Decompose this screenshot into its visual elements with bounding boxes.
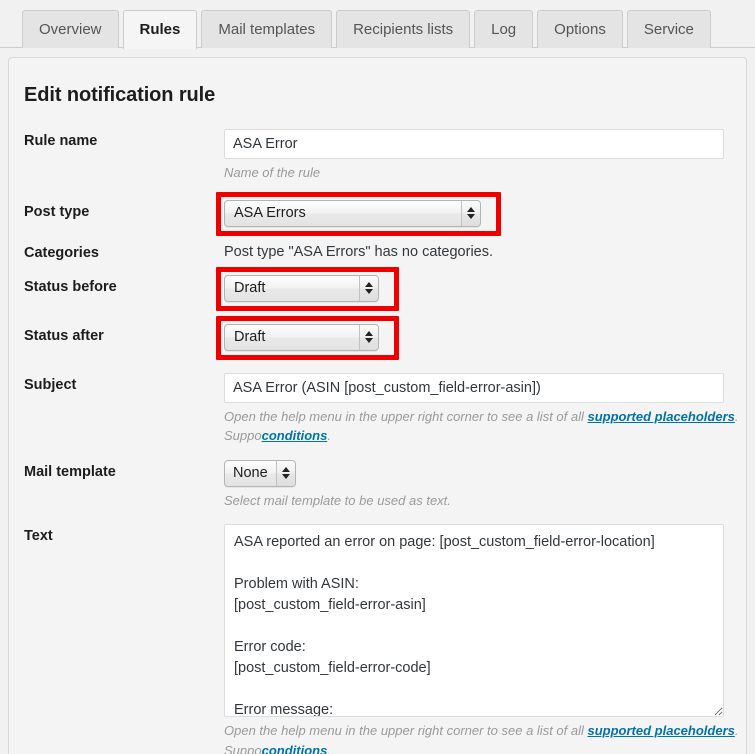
tab-bar: Overview Rules Mail templates Recipients… [0,0,755,49]
form-row-post-type: Post type ASA Errors [9,191,746,236]
tab-mail-templates[interactable]: Mail templates [201,10,333,48]
mail-template-label: Mail template [24,463,116,480]
supported-placeholders-link[interactable]: supported placeholders [588,723,735,738]
form-row-subject: Subject Open the help menu in the upper … [9,372,746,446]
chevron-updown-icon [359,275,378,301]
tab-rules[interactable]: Rules [122,10,198,49]
conditions-link[interactable]: conditions [262,743,328,754]
post-type-selected-value: ASA Errors [234,204,306,221]
text-label: Text [24,528,53,544]
status-before-selected-value: Draft [234,279,266,296]
subject-help-post: . [327,428,331,443]
subject-label: Subject [24,376,77,393]
text-help-pre: Open the help menu in the upper right co… [224,723,588,738]
tab-recipients-lists[interactable]: Recipients lists [336,10,471,48]
post-type-label: Post type [24,203,90,220]
form-row-mail-template: Mail template None Select mail template … [9,459,746,511]
chevron-updown-icon [275,460,295,486]
subject-input[interactable] [224,372,724,403]
mail-template-description: Select mail template to be used as text. [224,492,451,508]
rule-name-label: Rule name [24,133,98,149]
subject-description: Open the help menu in the upper right co… [224,407,755,446]
status-after-select[interactable]: Draft [224,323,379,351]
mail-template-selected-value: None [233,464,268,481]
conditions-link[interactable]: conditions [262,428,328,443]
status-before-label: Status before [24,278,117,295]
mail-template-select[interactable]: None [224,459,296,487]
rule-name-description: Name of the rule [224,165,321,180]
text-textarea[interactable]: ASA reported an error on page: [post_cus… [224,524,724,717]
text-help-post: . [327,742,331,754]
edit-rule-panel: Edit notification rule Rule name Name of… [8,57,747,754]
rule-name-input[interactable] [224,129,724,159]
form-row-rule-name: Rule name Name of the rule [9,129,746,183]
tab-log[interactable]: Log [474,10,534,48]
form-row-status-before: Status before Draft [9,266,746,311]
post-type-select[interactable]: ASA Errors [224,199,481,227]
tab-service[interactable]: Service [626,10,711,48]
status-before-select[interactable]: Draft [224,274,379,302]
chevron-updown-icon [359,324,378,350]
tab-options[interactable]: Options [537,10,623,48]
form-row-text: Text ASA reported an error on page: [pos… [9,524,746,754]
page-title: Edit notification rule [24,84,216,106]
chevron-updown-icon [461,200,480,226]
status-after-label: Status after [24,327,104,344]
categories-message: Post type "ASA Errors" has no categories… [224,243,494,260]
text-description: Open the help menu in the upper right co… [224,721,755,754]
supported-placeholders-link[interactable]: supported placeholders [588,409,735,424]
form-row-status-after: Status after Draft [9,315,746,360]
categories-label: Categories [24,244,99,261]
subject-help-pre: Open the help menu in the upper right co… [224,408,588,424]
status-after-selected-value: Draft [234,328,266,345]
tab-overview[interactable]: Overview [22,10,119,48]
form-row-categories: Categories Post type "ASA Errors" has no… [9,241,746,261]
